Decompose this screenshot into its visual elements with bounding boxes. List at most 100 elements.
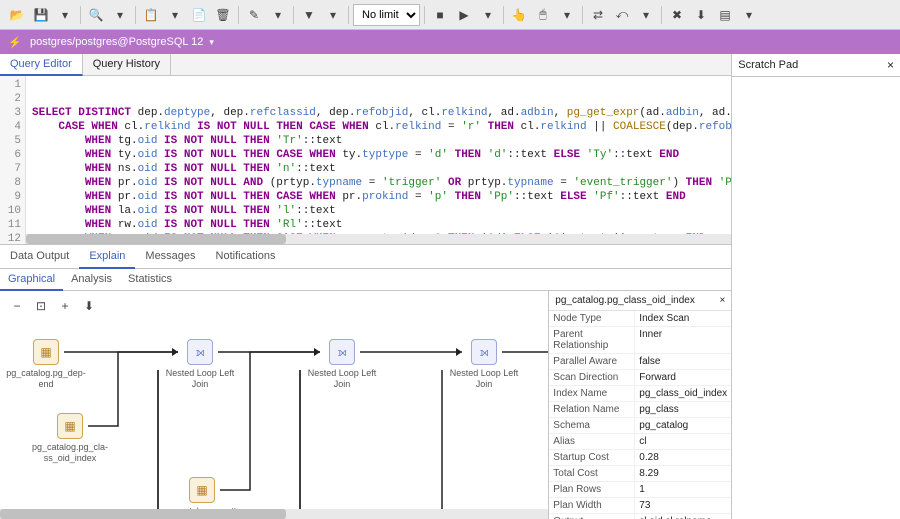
tab-data-output[interactable]: Data Output bbox=[0, 245, 79, 268]
delete-icon[interactable]: 🗑 bbox=[212, 4, 234, 26]
limit-select[interactable]: No limit bbox=[353, 4, 420, 26]
plan-node[interactable]: ▦pg_catalog.pg_att- ribute_relid_attn- u… bbox=[160, 477, 244, 509]
prop-value: cl.oid,cl.relname,cl.relnamespace,cl.rel… bbox=[635, 514, 731, 519]
prop-value: 8.29 bbox=[635, 466, 731, 481]
editor-hscrollbar[interactable] bbox=[26, 234, 731, 244]
download-plan-icon[interactable]: ⬇ bbox=[78, 295, 100, 317]
plan-node[interactable]: ▦ pg_catalog.pg_dep- end bbox=[4, 339, 88, 390]
table-icon: ▦ bbox=[33, 339, 59, 365]
editor-tabs: Query Editor Query History bbox=[0, 54, 731, 76]
prop-row: Parallel Awarefalse bbox=[549, 354, 731, 370]
macro-dd-icon[interactable]: ▾ bbox=[738, 4, 760, 26]
open-icon[interactable]: 📂 bbox=[6, 4, 28, 26]
prop-value: cl bbox=[635, 434, 731, 449]
subtab-analysis[interactable]: Analysis bbox=[63, 269, 120, 290]
copy-dd-icon[interactable]: ▾ bbox=[164, 4, 186, 26]
prop-row: Schemapg_catalog bbox=[549, 418, 731, 434]
prop-key: Startup Cost bbox=[549, 450, 635, 465]
plan-toolbar: − ⊡ + ⬇ bbox=[0, 291, 548, 321]
close-icon[interactable]: × bbox=[719, 295, 725, 306]
output-tabs: Data Output Explain Messages Notificatio… bbox=[0, 244, 731, 269]
prop-row: Parent RelationshipInner bbox=[549, 327, 731, 354]
prop-row: Plan Rows1 bbox=[549, 482, 731, 498]
plan-hscrollbar[interactable] bbox=[0, 509, 548, 519]
sql-editor[interactable]: 12345678910111213 SELECT DISTINCT dep.de… bbox=[0, 76, 731, 244]
search-dd-icon[interactable]: ▾ bbox=[109, 4, 131, 26]
prop-row: Startup Cost0.28 bbox=[549, 450, 731, 466]
prop-row: Aliascl bbox=[549, 434, 731, 450]
subtab-graphical[interactable]: Graphical bbox=[0, 269, 63, 291]
plan-node[interactable]: ▦pg_catalog.pg_cla- ss_oid_index bbox=[28, 413, 112, 464]
connection-bar[interactable]: ⚡ postgres/postgres@PostgreSQL 12 ▾ bbox=[0, 30, 900, 54]
zoom-out-icon[interactable]: − bbox=[6, 295, 28, 317]
commit-icon[interactable]: ⇄ bbox=[587, 4, 609, 26]
subtab-statistics[interactable]: Statistics bbox=[120, 269, 180, 290]
join-icon: ⟕ bbox=[187, 339, 213, 365]
zoom-reset-icon[interactable]: ⊡ bbox=[30, 295, 52, 317]
plan-node[interactable]: ⟕ Nested Loop Left Join bbox=[442, 339, 526, 390]
execute-dd-icon[interactable]: ▾ bbox=[477, 4, 499, 26]
plan-node[interactable]: ⟕Nested Loop Left Join bbox=[300, 339, 384, 390]
save-dd-icon[interactable]: ▾ bbox=[54, 4, 76, 26]
cancel-icon[interactable]: ✖ bbox=[666, 4, 688, 26]
execute-icon[interactable]: ▶ bbox=[453, 4, 475, 26]
prop-row: Outputcl.oid,cl.relname,cl.relnamespace,… bbox=[549, 514, 731, 519]
prop-value: 73 bbox=[635, 498, 731, 513]
macro-icon[interactable]: ▤ bbox=[714, 4, 736, 26]
plan-node-label: pg_catalog.pg_dep- end bbox=[4, 368, 88, 390]
prop-value: 0.28 bbox=[635, 450, 731, 465]
prop-key: Node Type bbox=[549, 311, 635, 326]
prop-value: pg_catalog bbox=[635, 418, 731, 433]
analyze-icon[interactable]: 🖱 bbox=[532, 4, 554, 26]
prop-row: Relation Namepg_class bbox=[549, 402, 731, 418]
prop-value: Inner bbox=[635, 327, 731, 353]
prop-row: Plan Width73 bbox=[549, 498, 731, 514]
join-icon: ⟕ bbox=[329, 339, 355, 365]
tab-messages[interactable]: Messages bbox=[135, 245, 205, 268]
prop-value: pg_class bbox=[635, 402, 731, 417]
tab-query-editor[interactable]: Query Editor bbox=[0, 54, 83, 76]
edit-icon[interactable]: ✎ bbox=[243, 4, 265, 26]
prop-key: Output bbox=[549, 514, 635, 519]
prop-key: Relation Name bbox=[549, 402, 635, 417]
trans-dd-icon[interactable]: ▾ bbox=[635, 4, 657, 26]
sql-code[interactable]: SELECT DISTINCT dep.deptype, dep.refclas… bbox=[26, 76, 731, 244]
tab-query-history[interactable]: Query History bbox=[83, 54, 171, 75]
table-icon: ▦ bbox=[189, 477, 215, 503]
prop-row: Total Cost8.29 bbox=[549, 466, 731, 482]
props-title: pg_catalog.pg_class_oid_index bbox=[555, 295, 695, 306]
tab-explain[interactable]: Explain bbox=[79, 245, 135, 269]
save-icon[interactable]: 💾 bbox=[30, 4, 52, 26]
close-icon[interactable]: × bbox=[887, 58, 894, 72]
stop-icon[interactable]: ■ bbox=[429, 4, 451, 26]
download-icon[interactable]: ⬇ bbox=[690, 4, 712, 26]
join-icon: ⟕ bbox=[471, 339, 497, 365]
line-gutter: 12345678910111213 bbox=[0, 76, 26, 244]
edit-dd-icon[interactable]: ▾ bbox=[267, 4, 289, 26]
rollback-icon[interactable]: ⤺ bbox=[611, 4, 633, 26]
prop-row: Index Namepg_class_oid_index bbox=[549, 386, 731, 402]
tab-notifications[interactable]: Notifications bbox=[206, 245, 286, 268]
search-icon[interactable]: 🔍 bbox=[85, 4, 107, 26]
plan-node-label: Nested Loop Left Join bbox=[442, 368, 526, 390]
prop-key: Alias bbox=[549, 434, 635, 449]
explain-dd-icon[interactable]: ▾ bbox=[556, 4, 578, 26]
plan-canvas[interactable]: ▦ pg_catalog.pg_dep- end ▦pg_catalog.pg_cl… bbox=[0, 321, 548, 509]
plan-node[interactable]: ⟕Nested Loop Left Join bbox=[158, 339, 242, 390]
explain-icon[interactable]: 👆 bbox=[508, 4, 530, 26]
filter-dd-icon[interactable]: ▾ bbox=[322, 4, 344, 26]
filter-icon[interactable]: ▼ bbox=[298, 4, 320, 26]
table-icon: ▦ bbox=[57, 413, 83, 439]
prop-key: Parallel Aware bbox=[549, 354, 635, 369]
chevron-down-icon: ▾ bbox=[209, 37, 214, 48]
prop-key: Total Cost bbox=[549, 466, 635, 481]
prop-row: Scan DirectionForward bbox=[549, 370, 731, 386]
prop-key: Plan Rows bbox=[549, 482, 635, 497]
zoom-in-icon[interactable]: + bbox=[54, 295, 76, 317]
prop-value: pg_class_oid_index bbox=[635, 386, 731, 401]
copy-icon[interactable]: 📋 bbox=[140, 4, 162, 26]
prop-key: Plan Width bbox=[549, 498, 635, 513]
prop-key: Parent Relationship bbox=[549, 327, 635, 353]
scratchpad-title: Scratch Pad bbox=[738, 59, 798, 71]
paste-icon[interactable]: 📄 bbox=[188, 4, 210, 26]
